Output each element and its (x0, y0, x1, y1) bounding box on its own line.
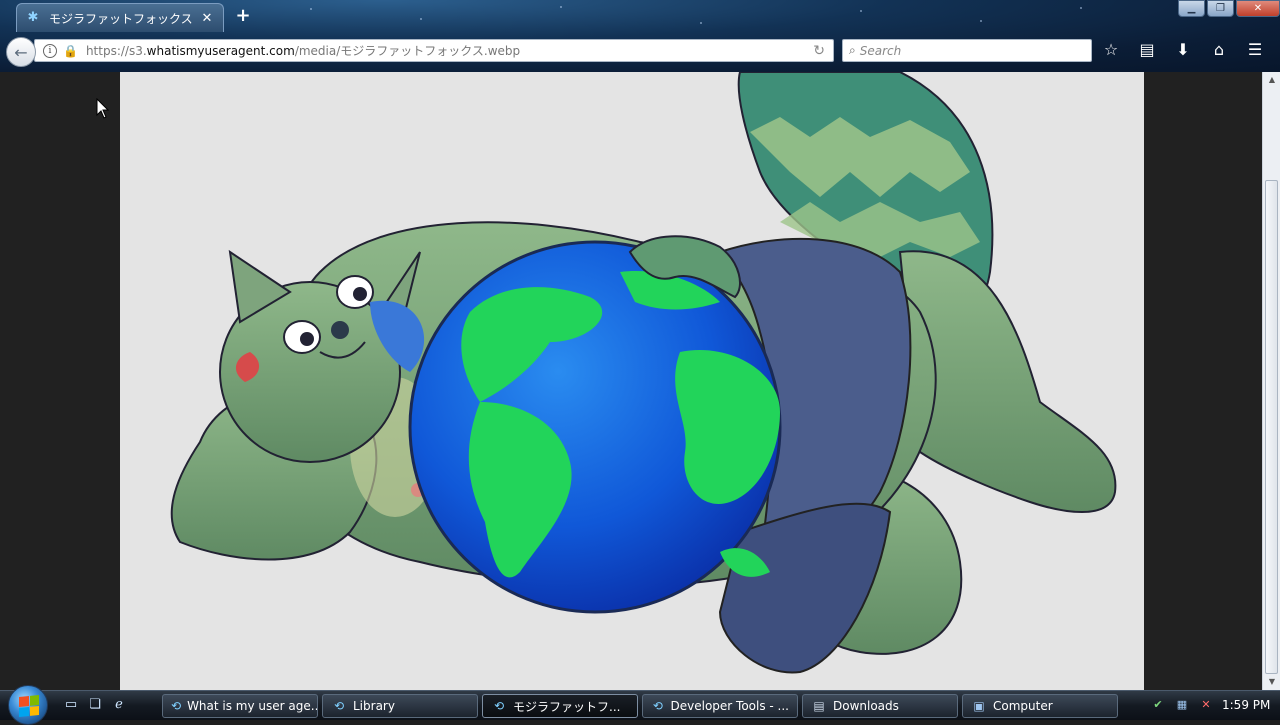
star-icon[interactable]: ☆ (1100, 40, 1122, 60)
new-tab-icon[interactable]: + (234, 6, 252, 26)
scroll-down-icon[interactable]: ▼ (1263, 674, 1280, 690)
downloads-icon: ▤ (813, 699, 825, 713)
url-host: whatismyuseragent.com (146, 43, 295, 58)
site-info-icon[interactable]: i (43, 43, 57, 58)
security-check-icon[interactable]: ✔ (1150, 697, 1166, 713)
taskbar-item-label: What is my user age... (187, 699, 318, 713)
fox-globe-illustration (170, 72, 1117, 674)
download-icon[interactable]: ⬇ (1172, 40, 1194, 60)
firefox-icon: ⟲ (493, 699, 505, 713)
browser-chrome: ✱ モジラファットフォックス ✕ + ▁ ❐ ✕ i 🔒 https://s3.… (0, 0, 1280, 72)
volume-muted-icon[interactable]: ✕ (1198, 697, 1214, 713)
page-content (0, 72, 1262, 690)
search-placeholder: Search (859, 43, 902, 58)
reload-icon[interactable]: ↻ (813, 43, 825, 59)
firefox-icon: ⟲ (171, 699, 182, 713)
search-input[interactable]: ⌕ Search (842, 39, 1092, 62)
back-button[interactable]: ← (6, 37, 36, 67)
taskbar-item-downloads[interactable]: ▤ Downloads (802, 694, 958, 718)
vertical-scrollbar[interactable]: ▲ ▼ (1262, 72, 1280, 690)
quick-launch: ▭ ❏ ℯ (62, 696, 128, 714)
search-icon: ⌕ (849, 43, 856, 57)
show-desktop-icon[interactable]: ▭ (62, 696, 80, 714)
taskbar-item-label: Developer Tools - ... (670, 699, 790, 713)
nav-bar: i 🔒 https://s3. whatismyuseragent.com/med… (0, 34, 1280, 68)
computer-icon: ▣ (973, 699, 985, 713)
lock-icon: 🔒 (63, 43, 78, 58)
tab-active[interactable]: ✱ モジラファットフォックス ✕ (16, 3, 224, 32)
switch-windows-icon[interactable]: ❏ (86, 696, 104, 714)
back-arrow-icon: ← (14, 42, 28, 62)
window-controls: ▁ ❐ ✕ (1178, 0, 1280, 17)
scrollbar-thumb[interactable] (1265, 180, 1278, 674)
toolbar-icons: ☆ ▤ ⬇ ⌂ ☰ (1100, 40, 1266, 60)
webp-image[interactable] (120, 72, 1144, 690)
maximize-button[interactable]: ❐ (1207, 0, 1234, 17)
clock[interactable]: 1:59 PM (1222, 698, 1270, 712)
taskbar-item-label: Downloads (833, 699, 899, 713)
mouse-cursor-icon (96, 98, 110, 119)
taskbar-item-devtools[interactable]: ⟲ Developer Tools - ... (642, 694, 798, 718)
url-bar[interactable]: i 🔒 https://s3. whatismyuseragent.com/med… (34, 39, 834, 62)
taskbar-item-label: モジラファットフ... (513, 699, 621, 714)
url-prefix: https://s3. (85, 43, 147, 58)
minimize-button[interactable]: ▁ (1178, 0, 1205, 17)
taskbar-item-computer[interactable]: ▣ Computer (962, 694, 1118, 718)
scroll-up-icon[interactable]: ▲ (1263, 72, 1280, 88)
windows-logo-icon (19, 694, 39, 718)
tab-close-icon[interactable]: ✕ (199, 11, 215, 26)
taskbar-item-whatismyuseragent[interactable]: ⟲ What is my user age... (162, 694, 318, 718)
internet-explorer-icon[interactable]: ℯ (110, 696, 128, 714)
taskbar-item-label: Library (353, 699, 395, 713)
network-icon[interactable]: ▦ (1174, 697, 1190, 713)
taskbar-item-label: Computer (993, 699, 1053, 713)
firefox-icon: ⟲ (652, 699, 663, 713)
taskbar: ▭ ❏ ℯ ⟲ What is my user age... ⟲ Library… (0, 685, 1280, 725)
tab-title: モジラファットフォックス (49, 11, 193, 26)
firefox-icon: ⟲ (333, 699, 345, 713)
system-tray: ✔ ▦ ✕ 1:59 PM (1150, 697, 1270, 713)
url-path: /media/モジラファットフォックス.webp (294, 44, 521, 58)
taskbar-item-fatfox[interactable]: ⟲ モジラファットフ... (482, 694, 638, 718)
close-window-button[interactable]: ✕ (1236, 0, 1280, 17)
menu-icon[interactable]: ☰ (1244, 40, 1266, 60)
taskbar-item-library[interactable]: ⟲ Library (322, 694, 478, 718)
reading-list-icon[interactable]: ▤ (1136, 40, 1158, 60)
start-button[interactable] (8, 685, 48, 725)
fox-favicon-icon: ✱ (27, 10, 39, 25)
home-icon[interactable]: ⌂ (1208, 40, 1230, 60)
